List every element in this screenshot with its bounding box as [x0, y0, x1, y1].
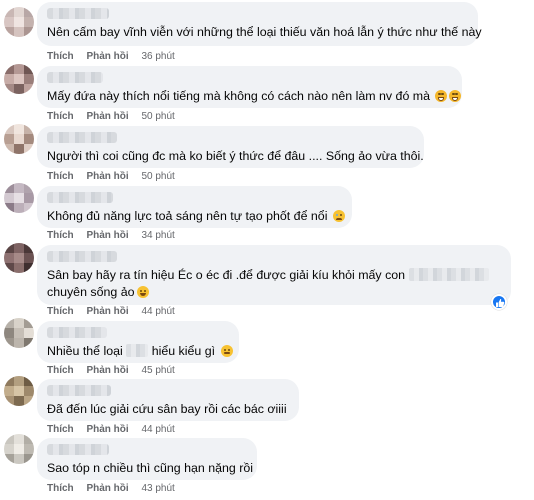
reply-button[interactable]: Phản hồi: [86, 111, 128, 122]
grimace-emoji: [220, 345, 233, 357]
avatar[interactable]: [4, 64, 34, 94]
avatar[interactable]: [4, 124, 34, 154]
comment-time[interactable]: 45 phút: [141, 365, 174, 376]
like-button[interactable]: Thích: [47, 51, 74, 62]
comment-text: Không đủ năng lực toả sáng nên tự tạo ph…: [47, 209, 328, 223]
comment-actions: Thích Phản hồi 36 phút: [47, 51, 185, 62]
comment-bubble: Nhiều thể loại hiểu kiểu gì: [37, 321, 239, 363]
comment-text: Người thì coi cũng đc mà ko biết ý thức …: [47, 149, 424, 163]
comment-time[interactable]: 43 phút: [141, 483, 174, 494]
avatar[interactable]: [4, 7, 34, 37]
comment-text: Sao tóp n chiều thì cũng hạn nặng rồi: [47, 461, 253, 475]
sad-emoji: [332, 210, 345, 222]
author-name-blurred[interactable]: [47, 251, 117, 262]
comment-text: Mấy đứa này thích nổi tiếng mà không có …: [47, 88, 462, 105]
laughing-tears-emoji: [449, 90, 462, 102]
comment-bubble: Người thì coi cũng đc mà ko biết ý thức …: [37, 126, 424, 168]
comment-time[interactable]: 44 phút: [141, 424, 174, 435]
comment-time[interactable]: 50 phút: [141, 171, 174, 182]
comment-text: Mấy đứa này thích nổi tiếng mà không có …: [47, 89, 430, 103]
comment-text: hiểu kiểu gì: [151, 344, 216, 358]
like-reaction-icon[interactable]: [491, 294, 507, 310]
like-button[interactable]: Thích: [47, 111, 74, 122]
avatar[interactable]: [4, 318, 34, 348]
redacted-text: [126, 344, 149, 357]
comment-bubble: Sân bay hãy ra tín hiệu Éc o éc đi .để đ…: [37, 245, 511, 305]
author-name-blurred[interactable]: [47, 192, 113, 203]
like-button[interactable]: Thích: [47, 171, 74, 182]
like-button[interactable]: Thích: [47, 306, 74, 317]
reply-button[interactable]: Phản hồi: [86, 51, 128, 62]
comment-bubble: Mấy đứa này thích nổi tiếng mà không có …: [37, 66, 462, 108]
comment-text: Nhiều thể loại: [47, 344, 123, 358]
comment-actions: Thích Phản hồi 34 phút: [47, 230, 185, 241]
reply-button[interactable]: Phản hồi: [86, 424, 128, 435]
author-name-blurred[interactable]: [47, 444, 109, 455]
author-name-blurred[interactable]: [47, 8, 109, 19]
comment-text: Đã đến lúc giải cứu sân bay rồi các bác …: [47, 402, 287, 416]
like-button[interactable]: Thích: [47, 483, 74, 494]
reply-button[interactable]: Phản hồi: [86, 171, 128, 182]
comment-text: Sân bay hãy ra tín hiệu Éc o éc đi .để đ…: [47, 267, 501, 284]
like-button[interactable]: Thích: [47, 365, 74, 376]
comment-actions: Thích Phản hồi 50 phút: [47, 171, 185, 182]
comment-time[interactable]: 44 phút: [141, 306, 174, 317]
comment-actions: Thích Phản hồi 44 phút: [47, 306, 185, 317]
avatar[interactable]: [4, 243, 34, 273]
comment-bubble: Không đủ năng lực toả sáng nên tự tạo ph…: [37, 186, 352, 228]
avatar[interactable]: [4, 376, 34, 406]
comment-actions: Thích Phản hồi 44 phút: [47, 424, 185, 435]
comment-text: Sân bay hãy ra tín hiệu Éc o éc đi .để đ…: [47, 268, 406, 282]
reply-button[interactable]: Phản hồi: [86, 230, 128, 241]
avatar[interactable]: [4, 434, 34, 464]
comment-time[interactable]: 50 phút: [141, 111, 174, 122]
comment-actions: Thích Phản hồi 45 phút: [47, 365, 185, 376]
reply-button[interactable]: Phản hồi: [86, 483, 128, 494]
comment-time[interactable]: 36 phút: [141, 51, 174, 62]
like-button[interactable]: Thích: [47, 424, 74, 435]
avatar[interactable]: [4, 183, 34, 213]
laughing-tears-emoji: [435, 90, 448, 102]
redacted-text: [408, 268, 489, 281]
comment-text: chuyên sống ảo: [47, 284, 501, 301]
comment-bubble: Nên cấm bay vĩnh viễn với những thể loại…: [37, 2, 482, 46]
comment-text: Nên cấm bay vĩnh viễn với những thể loại…: [47, 25, 482, 39]
reply-button[interactable]: Phản hồi: [86, 306, 128, 317]
comment-text: chuyên sống ảo: [47, 285, 135, 299]
comment-actions: Thích Phản hồi 43 phút: [47, 483, 185, 494]
comment-time[interactable]: 34 phút: [141, 230, 174, 241]
comment-actions: Thích Phản hồi 50 phút: [47, 111, 185, 122]
author-name-blurred[interactable]: [47, 72, 103, 83]
comment-text: Không đủ năng lực toả sáng nên tự tạo ph…: [47, 208, 345, 225]
reply-button[interactable]: Phản hồi: [86, 365, 128, 376]
like-button[interactable]: Thích: [47, 230, 74, 241]
smile-emoji: [136, 286, 149, 298]
author-name-blurred[interactable]: [47, 327, 107, 338]
author-name-blurred[interactable]: [47, 132, 117, 143]
comment-text: Nhiều thể loại hiểu kiểu gì: [47, 343, 233, 360]
comment-bubble: Sao tóp n chiều thì cũng hạn nặng rồi: [37, 438, 257, 480]
author-name-blurred[interactable]: [47, 385, 111, 396]
comment-bubble: Đã đến lúc giải cứu sân bay rồi các bác …: [37, 379, 299, 421]
